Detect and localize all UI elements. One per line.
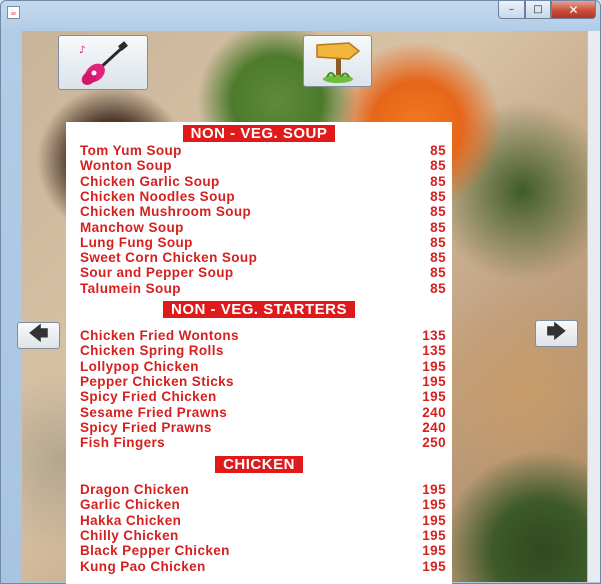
menu-card: NON - VEG. SOUP Tom Yum Soup 85 Wonton Sou… bbox=[66, 122, 452, 584]
vertical-scrollbar[interactable] bbox=[587, 31, 600, 582]
menu-item-name: Sweet Corn Chicken Soup bbox=[80, 250, 258, 266]
menu-item-name: Manchow Soup bbox=[80, 219, 184, 235]
menu-item: Lung Fung Soup 85 bbox=[66, 235, 452, 250]
menu-item-name: Fish Fingers bbox=[80, 435, 166, 451]
menu-item-price: 250 bbox=[422, 435, 446, 451]
menu-item: Pepper Chicken Sticks 195 bbox=[66, 374, 452, 389]
menu-item-price: 240 bbox=[422, 404, 446, 420]
menu-item: Manchow Soup 85 bbox=[66, 220, 452, 235]
menu-item-price: 195 bbox=[422, 482, 446, 497]
section-title-chicken: CHICKEN bbox=[66, 456, 452, 473]
home-button[interactable] bbox=[303, 35, 372, 87]
menu-item-name: Chicken Fried Wontons bbox=[80, 328, 239, 343]
menu-item-price: 195 bbox=[422, 558, 446, 574]
menu-item-name: Sour and Pepper Soup bbox=[80, 265, 234, 281]
menu-item-price: 240 bbox=[422, 419, 446, 435]
music-button[interactable]: ♪ bbox=[58, 35, 148, 90]
menu-item-price: 135 bbox=[422, 343, 446, 359]
menu-item: Spicy Fried Prawns 240 bbox=[66, 420, 452, 435]
menu-item-name: Chilly Chicken bbox=[80, 527, 179, 543]
menu-item-price: 85 bbox=[430, 280, 446, 296]
menu-item-name: Spicy Fried Prawns bbox=[80, 419, 212, 435]
menu-item-price: 85 bbox=[430, 250, 446, 266]
menu-item: Kung Pao Chicken 195 bbox=[66, 559, 452, 574]
menu-item: Chilly Chicken 195 bbox=[66, 528, 452, 543]
section-title-soup: NON - VEG. SOUP bbox=[66, 125, 452, 142]
menu-item: Sesame Fried Prawns 240 bbox=[66, 405, 452, 420]
menu-item-price: 85 bbox=[430, 204, 446, 220]
menu-item-price: 195 bbox=[422, 527, 446, 543]
menu-item-price: 195 bbox=[422, 358, 446, 374]
menu-item: Dragon Chicken 195 bbox=[66, 482, 452, 497]
menu-item-name: Hakka Chicken bbox=[80, 512, 182, 528]
menu-item: Tom Yum Soup 85 bbox=[66, 143, 452, 158]
java-icon: ☕ bbox=[7, 6, 20, 19]
guitar-icon: ♪ bbox=[79, 40, 128, 85]
menu-item-name: Sesame Fried Prawns bbox=[80, 404, 228, 420]
svg-text:♪: ♪ bbox=[79, 45, 85, 56]
menu-item-price: 85 bbox=[430, 143, 446, 158]
previous-page-button[interactable]: 🡄 bbox=[17, 321, 60, 349]
arrow-right-icon: 🡆 bbox=[546, 318, 567, 343]
menu-item-price: 195 bbox=[422, 512, 446, 528]
menu-item: Chicken Garlic Soup 85 bbox=[66, 174, 452, 189]
menu-item: Lollypop Chicken 195 bbox=[66, 359, 452, 374]
menu-item-price: 85 bbox=[430, 234, 446, 250]
menu-item: Chicken Noodles Soup 85 bbox=[66, 189, 452, 204]
menu-item-name: Chicken Mushroom Soup bbox=[80, 204, 252, 220]
arrow-left-icon: 🡄 bbox=[28, 320, 49, 345]
menu-item-price: 195 bbox=[422, 389, 446, 405]
menu-item-name: Lollypop Chicken bbox=[80, 358, 199, 374]
menu-item-price: 135 bbox=[422, 328, 446, 343]
menu-item-price: 85 bbox=[430, 265, 446, 281]
menu-item-name: Black Pepper Chicken bbox=[80, 543, 230, 559]
menu-item-name: Kung Pao Chicken bbox=[80, 558, 206, 574]
menu-item-price: 195 bbox=[422, 543, 446, 559]
menu-item-name: Talumein Soup bbox=[80, 280, 181, 296]
menu-item-name: Wonton Soup bbox=[80, 158, 172, 174]
menu-item-price: 85 bbox=[430, 188, 446, 204]
menu-item-name: Lung Fung Soup bbox=[80, 234, 193, 250]
menu-item-price: 85 bbox=[430, 173, 446, 189]
menu-item: Talumein Soup 85 bbox=[66, 281, 452, 296]
next-page-button[interactable]: 🡆 bbox=[535, 319, 578, 347]
menu-item-name: Chicken Spring Rolls bbox=[80, 343, 224, 359]
menu-item: Chicken Fried Wontons 135 bbox=[66, 328, 452, 343]
menu-item: Hakka Chicken 195 bbox=[66, 513, 452, 528]
menu-item-name: Dragon Chicken bbox=[80, 482, 190, 497]
title-bar: ☕ – □ ✕ bbox=[1, 1, 600, 23]
menu-item-price: 195 bbox=[422, 497, 446, 513]
menu-item: Fish Fingers 250 bbox=[66, 435, 452, 450]
menu-item-name: Garlic Chicken bbox=[80, 497, 181, 513]
minimize-button[interactable]: – bbox=[498, 1, 525, 19]
signpost-icon bbox=[315, 42, 360, 83]
menu-item-price: 195 bbox=[422, 373, 446, 389]
menu-item-price: 85 bbox=[430, 219, 446, 235]
menu-item: Garlic Chicken 195 bbox=[66, 497, 452, 512]
menu-item-name: Tom Yum Soup bbox=[80, 143, 182, 158]
close-button[interactable]: ✕ bbox=[551, 1, 596, 19]
maximize-button[interactable]: □ bbox=[525, 1, 551, 19]
window-controls: – □ ✕ bbox=[498, 1, 596, 19]
menu-item: Sour and Pepper Soup 85 bbox=[66, 265, 452, 280]
menu-item-name: Chicken Garlic Soup bbox=[80, 173, 220, 189]
menu-item: Sweet Corn Chicken Soup 85 bbox=[66, 250, 452, 265]
menu-item-name: Chicken Noodles Soup bbox=[80, 188, 236, 204]
menu-item-name: Pepper Chicken Sticks bbox=[80, 373, 234, 389]
menu-item: Chicken Mushroom Soup 85 bbox=[66, 204, 452, 219]
menu-item-name: Spicy Fried Chicken bbox=[80, 389, 217, 405]
section-title-starters: NON - VEG. STARTERS bbox=[66, 301, 452, 318]
menu-item: Black Pepper Chicken 195 bbox=[66, 543, 452, 558]
menu-item: Wonton Soup 85 bbox=[66, 158, 452, 173]
menu-item: Spicy Fried Chicken 195 bbox=[66, 389, 452, 404]
menu-item: Chicken Spring Rolls 135 bbox=[66, 343, 452, 358]
menu-item-price: 85 bbox=[430, 158, 446, 174]
